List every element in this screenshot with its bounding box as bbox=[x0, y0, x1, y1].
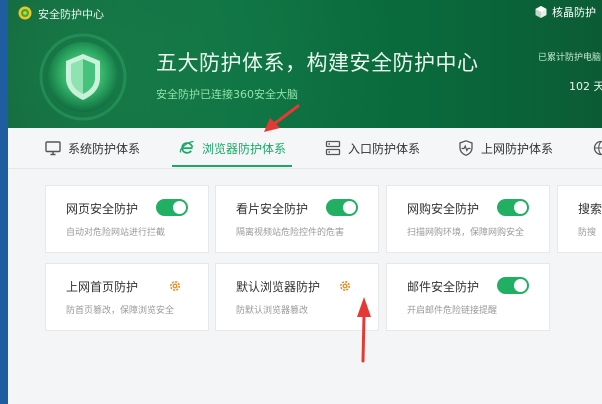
server-icon bbox=[325, 140, 341, 156]
card-title: 搜索 bbox=[578, 202, 602, 216]
tab-label: 入口防护体系 bbox=[348, 141, 421, 156]
monitor-icon bbox=[45, 141, 61, 156]
card-title: 邮件安全防护 bbox=[407, 280, 480, 294]
tab-more-partial[interactable] bbox=[592, 128, 602, 168]
web-safety-toggle[interactable] bbox=[156, 199, 188, 216]
browser-e-icon bbox=[179, 140, 194, 154]
product-name: 核晶防护 bbox=[552, 6, 596, 19]
tab-system-protection[interactable]: 系统防护体系 bbox=[44, 128, 140, 168]
card-desc: 开启邮件危险链接提醒 bbox=[407, 306, 498, 316]
card-title: 网购安全防护 bbox=[407, 202, 480, 216]
card-title: 看片安全防护 bbox=[236, 202, 309, 216]
tab-label: 浏览器防护体系 bbox=[202, 141, 287, 156]
card-web-safety: 网页安全防护 自动对危险网站进行拦截 bbox=[45, 185, 209, 253]
title-bar: 安全防护中心 核晶防护 bbox=[8, 0, 602, 26]
tab-entry-protection[interactable]: 入口防护体系 bbox=[324, 128, 420, 168]
card-desc: 自动对危险网站进行拦截 bbox=[66, 228, 166, 238]
card-search-partial: 搜索 防搜 bbox=[557, 185, 602, 253]
card-desc: 防首页篡改，保障浏览安全 bbox=[66, 306, 175, 316]
card-desc: 隔离视频站危险控件的危害 bbox=[236, 228, 345, 238]
app-title: 安全防护中心 bbox=[38, 8, 104, 21]
annotation-arrow-to-gear bbox=[357, 297, 371, 363]
shield-emblem-icon bbox=[39, 33, 127, 121]
tab-label: 上网防护体系 bbox=[481, 141, 554, 156]
360-logo-icon bbox=[18, 6, 32, 20]
protection-days-value: 102 天 bbox=[569, 80, 602, 93]
annotation-arrow-to-tab bbox=[264, 104, 300, 132]
toggle-knob bbox=[514, 279, 527, 292]
toggle-knob bbox=[514, 201, 527, 214]
email-safety-toggle[interactable] bbox=[497, 277, 529, 294]
card-desc: 扫描网购环境，保障网购安全 bbox=[407, 228, 525, 238]
toggle-knob bbox=[173, 201, 186, 214]
tab-label: 系统防护体系 bbox=[68, 141, 141, 156]
shield-pulse-icon bbox=[459, 140, 473, 156]
tab-bar: 系统防护体系 浏览器防护体系 入口防护体系 上网防护体系 bbox=[8, 128, 602, 169]
card-title: 上网首页防护 bbox=[66, 280, 139, 294]
header-banner: 安全防护中心 核晶防护 五大防护体系，构建安全防护中心 安全防护已连接360安全… bbox=[0, 0, 602, 128]
product-badge[interactable]: 核晶防护 bbox=[534, 4, 596, 20]
video-safety-toggle[interactable] bbox=[326, 199, 358, 216]
cube-icon bbox=[535, 6, 547, 18]
tab-internet-protection[interactable]: 上网防护体系 bbox=[457, 128, 553, 168]
card-desc: 防默认浏览器篡改 bbox=[236, 306, 309, 316]
card-homepage-protection: 上网首页防护 防首页篡改，保障浏览安全 bbox=[45, 263, 209, 331]
card-title: 默认浏览器防护 bbox=[236, 280, 321, 294]
globe-icon bbox=[593, 140, 602, 156]
toggle-knob bbox=[343, 201, 356, 214]
card-title: 网页安全防护 bbox=[66, 202, 139, 216]
shopping-safety-toggle[interactable] bbox=[497, 199, 529, 216]
settings-gear-icon[interactable] bbox=[338, 279, 352, 293]
active-tab-underline bbox=[172, 165, 293, 167]
card-email-safety: 邮件安全防护 开启邮件危险链接提醒 bbox=[386, 263, 550, 331]
settings-gear-icon[interactable] bbox=[168, 279, 182, 293]
protection-cards-area: 网页安全防护 自动对危险网站进行拦截 看片安全防护 隔离视频站危险控件的危害 网… bbox=[8, 169, 602, 404]
card-desc: 防搜 bbox=[578, 228, 597, 238]
card-shopping-safety: 网购安全防护 扫描网购环境，保障网购安全 bbox=[386, 185, 550, 253]
protection-days-label: 已累计防护电脑 bbox=[538, 53, 602, 63]
hero-title: 五大防护体系，构建安全防护中心 bbox=[156, 51, 479, 75]
card-video-safety: 看片安全防护 隔离视频站危险控件的危害 bbox=[215, 185, 379, 253]
left-edge-bar bbox=[0, 0, 8, 404]
